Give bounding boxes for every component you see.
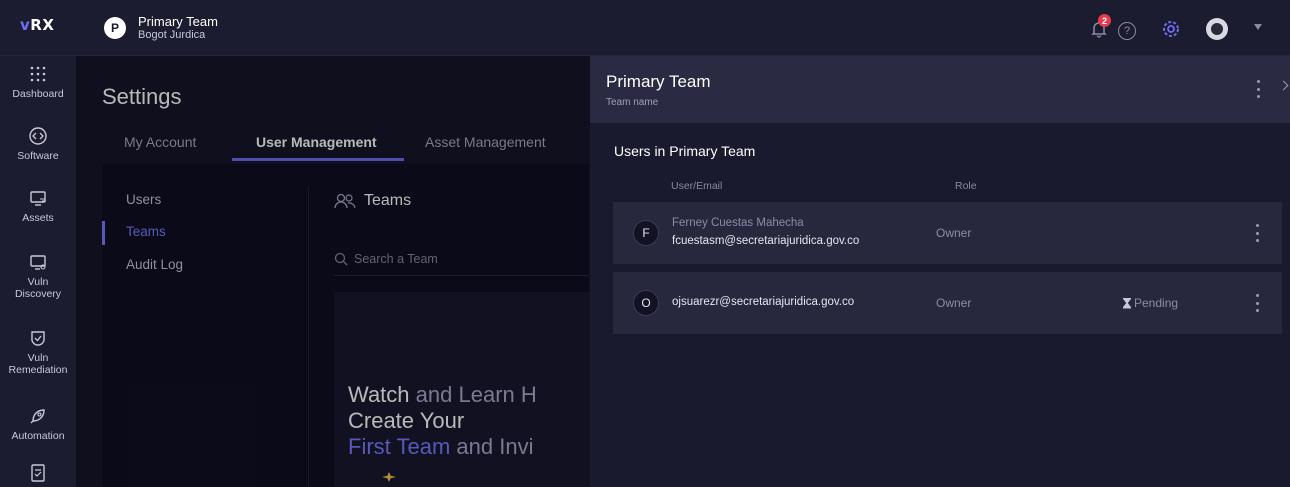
column-header-user: User/Email [671, 180, 723, 192]
active-tab-indicator [232, 158, 404, 161]
sidebar-label: Software [17, 150, 59, 162]
help-icon[interactable]: ? [1118, 22, 1136, 40]
user-row[interactable]: O ojsuarezr@secretariajuridica.gov.co Ow… [613, 272, 1282, 334]
tab-user-management[interactable]: User Management [256, 134, 377, 150]
sidebar-label: Dashboard [12, 88, 64, 100]
report-icon [31, 464, 45, 482]
row-options-icon[interactable] [1250, 294, 1264, 312]
chevron-down-icon[interactable] [1254, 24, 1262, 30]
sidebar-label: Vuln [27, 352, 49, 364]
user-avatar: F [633, 220, 659, 246]
sidebar-item-software[interactable]: Software [0, 126, 76, 162]
more-options-icon[interactable] [1251, 80, 1265, 98]
sidebar-label-2: Remediation [8, 364, 68, 376]
top-bar: vRX P Primary Team Bogot Jurdica 2 ? [0, 0, 1290, 56]
panel-header: Primary Team Team name [590, 56, 1290, 123]
tab-asset-management[interactable]: Asset Management [425, 134, 546, 150]
team-search[interactable] [334, 242, 589, 276]
panel-subtitle: Team name [606, 97, 659, 108]
promo-headline: Watch and Learn H Create Your First Team… [348, 382, 537, 459]
divider [308, 186, 309, 487]
user-avatar: O [633, 290, 659, 316]
active-menu-indicator [102, 221, 105, 245]
vrx-logo[interactable]: vRX [20, 16, 54, 34]
user-avatar[interactable] [1206, 18, 1228, 40]
user-role: Owner [936, 296, 972, 310]
status-badge: Pending [1123, 296, 1178, 310]
monitor-icon [30, 191, 46, 206]
user-name: Ferney Cuestas Mahecha [672, 217, 804, 229]
main-sidebar: Dashboard Software Assets Vuln Discovery… [0, 56, 76, 487]
sidebar-label-2: Discovery [14, 288, 62, 300]
settings-menu-teams[interactable]: Teams [126, 224, 166, 239]
users-icon [334, 193, 356, 209]
user-email: fcuestasm@secretariajuridica.gov.co [672, 235, 860, 247]
team-switcher[interactable]: P Primary Team Bogot Jurdica [104, 14, 218, 42]
rocket-icon [30, 409, 45, 424]
chevron-right-icon[interactable] [1278, 80, 1289, 91]
users-section-title: Users in Primary Team [614, 143, 756, 159]
sidebar-item-dashboard[interactable]: Dashboard [0, 64, 76, 100]
page-title: Settings [102, 84, 182, 109]
row-options-icon[interactable] [1250, 224, 1264, 242]
hourglass-icon [1123, 297, 1131, 309]
sidebar-label: Automation [11, 430, 65, 442]
settings-menu-users[interactable]: Users [126, 192, 161, 207]
user-email: ojsuarezr@secretariajuridica.gov.co [672, 296, 855, 308]
team-subtitle: Bogot Jurdica [138, 29, 206, 41]
team-name: Primary Team [138, 14, 218, 29]
search-icon [334, 252, 348, 265]
sidebar-item-automation[interactable]: Automation [0, 406, 76, 442]
tab-my-account[interactable]: My Account [124, 134, 196, 150]
notification-badge: 2 [1098, 14, 1111, 27]
column-header-role: Role [955, 180, 977, 192]
grid-dots-icon [30, 66, 46, 82]
settings-menu-audit-log[interactable]: Audit Log [126, 257, 183, 272]
sidebar-item-vuln-remediation[interactable]: Vuln Remediation [0, 328, 76, 376]
sidebar-item-reports[interactable] [0, 462, 76, 486]
user-row[interactable]: F Ferney Cuestas Mahecha fcuestasm@secre… [613, 202, 1282, 264]
sidebar-label: Assets [22, 212, 54, 224]
team-avatar: P [104, 17, 126, 39]
team-detail-panel: Primary Team Team name Users in Primary … [590, 56, 1290, 487]
panel-title: Primary Team [606, 72, 711, 91]
user-role: Owner [936, 226, 972, 240]
sidebar-item-vuln-discovery[interactable]: Vuln Discovery [0, 252, 76, 300]
sidebar-item-assets[interactable]: Assets [0, 188, 76, 224]
search-input[interactable] [354, 251, 554, 266]
sidebar-label: Vuln [27, 276, 49, 288]
teams-header: Teams [334, 192, 411, 210]
code-icon [29, 127, 47, 145]
shield-check-icon [31, 331, 45, 346]
section-title: Teams [364, 192, 412, 209]
monitor-search-icon [30, 255, 46, 270]
bell-icon[interactable]: 2 [1090, 14, 1111, 38]
gear-icon[interactable] [1160, 18, 1182, 40]
